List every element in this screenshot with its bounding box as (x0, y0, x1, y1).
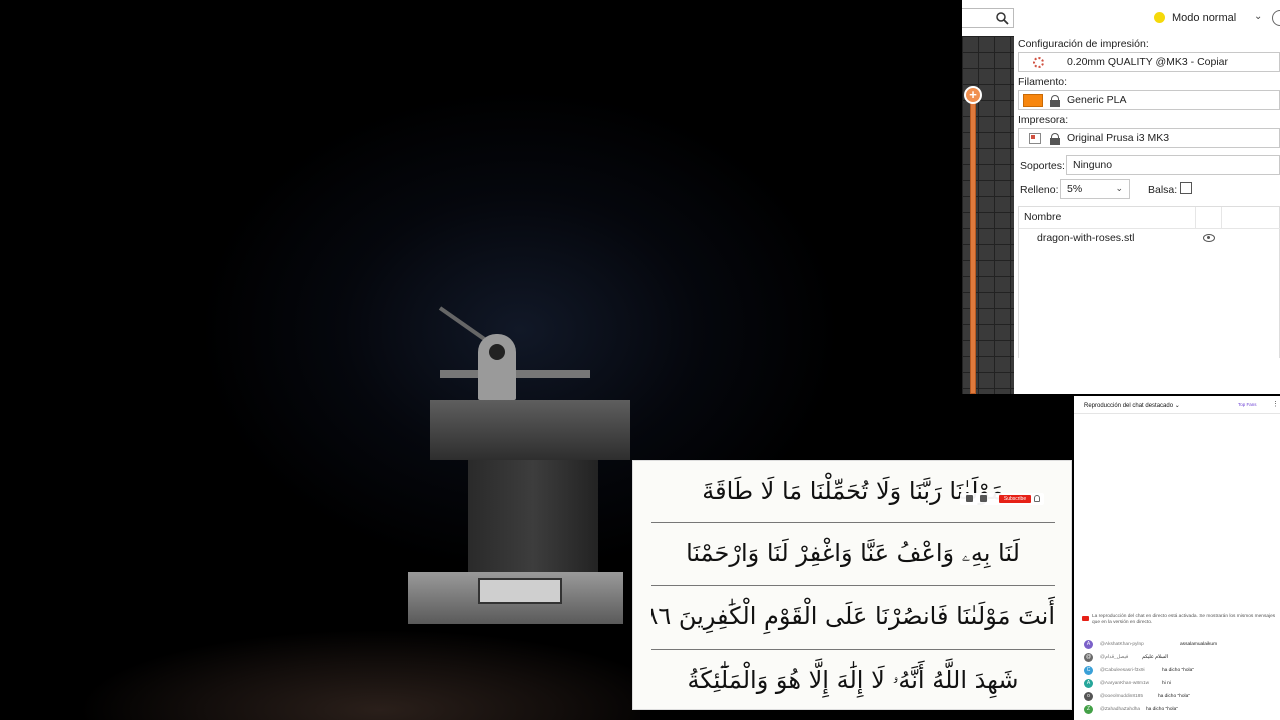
chat-text: ha dicho "hola" (1146, 707, 1178, 712)
print-profile-select[interactable]: 0.20mm QUALITY @MK3 - Copiar (1018, 52, 1280, 72)
chevron-down-icon[interactable]: ⌄ (1254, 11, 1262, 22)
chat-header: Reproducción del chat destacado ⌄ Top Fa… (1074, 396, 1280, 414)
chat-author[interactable]: @ooeolmuddin8185 (1100, 694, 1143, 699)
column-divider (1195, 207, 1196, 229)
avatar[interactable]: Z (1084, 705, 1093, 714)
supports-label: Soportes: (1020, 160, 1065, 172)
raft-label: Balsa: (1148, 184, 1178, 196)
printer-label: Impresora: (1018, 114, 1069, 126)
quran-line: لَنَا بِهِۦ وَاعْفُ عَنَّا وَاغْفِرْ لَن… (686, 539, 1020, 567)
chat-message: o @ooeolmuddin8185 ha dicho "hola" (1082, 692, 1278, 702)
printer-value: Original Prusa i3 MK3 (1067, 132, 1170, 144)
chat-text: ha dicho "hola" (1162, 668, 1194, 673)
chat-mode-selector[interactable]: Reproducción del chat destacado ⌄ (1084, 402, 1180, 409)
supports-select[interactable]: Ninguno (1066, 155, 1280, 175)
chat-text: ha dicho "hola" (1158, 694, 1190, 699)
top-fans-label[interactable]: Top Fans (1238, 402, 1257, 407)
filament-select[interactable]: Generic PLA (1018, 90, 1280, 110)
bell-icon[interactable] (1034, 495, 1040, 502)
printer-icon (1029, 133, 1041, 144)
object-name[interactable]: dragon-with-roses.stl (1037, 232, 1134, 244)
print-profile-value: 0.20mm QUALITY @MK3 - Copiar (1067, 56, 1229, 68)
search-icon[interactable] (995, 11, 1009, 25)
infill-label: Relleno: (1020, 184, 1059, 196)
lock-icon (1050, 95, 1060, 107)
chat-message: Z @ZahadhaZahdha ha dicho "hola" (1082, 705, 1278, 715)
chat-text: hi ni (1162, 681, 1171, 686)
chat-message: A @AkshatKhan-pylnp assalamualaikum (1082, 640, 1278, 650)
slicer-window: Modo normal ⌄ Configuración de impresión… (962, 0, 1280, 394)
avatar[interactable]: @ (1084, 653, 1093, 662)
quran-line: مَوْلَىٰنَا رَبَّنَا وَلَا تُحَمِّلْنَا … (702, 477, 1004, 505)
filament-value: Generic PLA (1067, 94, 1127, 106)
supports-value: Ninguno (1073, 159, 1113, 171)
print-settings-label: Configuración de impresión: (1018, 38, 1149, 50)
layer-slider-thumb[interactable]: + (964, 86, 982, 104)
like-icon[interactable] (966, 495, 973, 502)
youtube-icon (1082, 616, 1089, 621)
mode-indicator-icon (1154, 12, 1165, 23)
quran-line: أَنتَ مَوْلَىٰنَا فَانصُرْنَا عَلَى الْق… (651, 602, 1055, 630)
quran-line: شَهِدَ اللَّهُ أَنَّهُۥ لَا إِلَٰهَ إِلَ… (687, 666, 1019, 694)
filament-label: Filamento: (1018, 76, 1068, 88)
stepper-motor-body (468, 460, 598, 580)
raft-checkbox[interactable] (1180, 182, 1192, 194)
avatar[interactable]: A (1084, 679, 1093, 688)
chat-message: C @Cabuleesasri-f3x9i ha dicho "hola" (1082, 666, 1278, 676)
help-icon[interactable] (1272, 10, 1280, 26)
object-list-header: Nombre (1019, 207, 1280, 229)
stepper-motor-top (430, 400, 630, 460)
slicer-topbar: Modo normal ⌄ (962, 0, 1280, 36)
infill-select[interactable]: 5% ⌄ (1060, 179, 1130, 199)
column-divider (1221, 207, 1222, 229)
chevron-down-icon: ⌄ (1115, 183, 1123, 193)
chat-author[interactable]: @Cabuleesasri-f3x9i (1100, 668, 1145, 673)
more-options-icon[interactable]: ⋮ (1272, 400, 1279, 408)
layer-slider-track[interactable] (970, 90, 976, 394)
avatar[interactable]: A (1084, 640, 1093, 649)
chat-message: @ @فيصل_قدام السلام عليكم (1082, 653, 1278, 663)
subscribe-button[interactable]: Subscribe (999, 495, 1031, 503)
chat-panel: Reproducción del chat destacado ⌄ Top Fa… (1074, 396, 1280, 720)
chat-message: A @AaryanKhan-w8m1w hi ni (1082, 679, 1278, 689)
bracket-hole (489, 344, 505, 360)
lock-icon (1050, 133, 1060, 145)
dislike-icon[interactable] (980, 495, 987, 502)
chat-author[interactable]: @فيصل_قدام (1100, 655, 1128, 660)
chat-replay-notice: La reproducción del chat en directo está… (1092, 614, 1276, 625)
mode-selector[interactable]: Modo normal (1172, 12, 1236, 24)
motor-plate-notch (478, 578, 562, 604)
chat-text: assalamualaikum (1180, 642, 1218, 647)
printer-select[interactable]: Original Prusa i3 MK3 (1018, 128, 1280, 148)
object-list: Nombre dragon-with-roses.stl (1018, 206, 1280, 358)
chat-author[interactable]: @AkshatKhan-pylnp (1100, 642, 1144, 647)
eye-icon[interactable] (1203, 234, 1215, 242)
settings-panel: Configuración de impresión: 0.20mm QUALI… (1014, 36, 1280, 394)
chat-text: السلام عليكم (1142, 655, 1168, 660)
infill-value: 5% (1067, 183, 1083, 195)
search-field[interactable] (962, 8, 1014, 28)
chat-author[interactable]: @ZahadhaZahdha (1100, 707, 1140, 712)
gear-icon (1033, 57, 1044, 68)
avatar[interactable]: C (1084, 666, 1093, 675)
filament-color-swatch[interactable] (1023, 94, 1043, 107)
column-name-header[interactable]: Nombre (1024, 211, 1061, 223)
chat-author[interactable]: @AaryanKhan-w8m1w (1100, 681, 1149, 686)
avatar[interactable]: o (1084, 692, 1093, 701)
